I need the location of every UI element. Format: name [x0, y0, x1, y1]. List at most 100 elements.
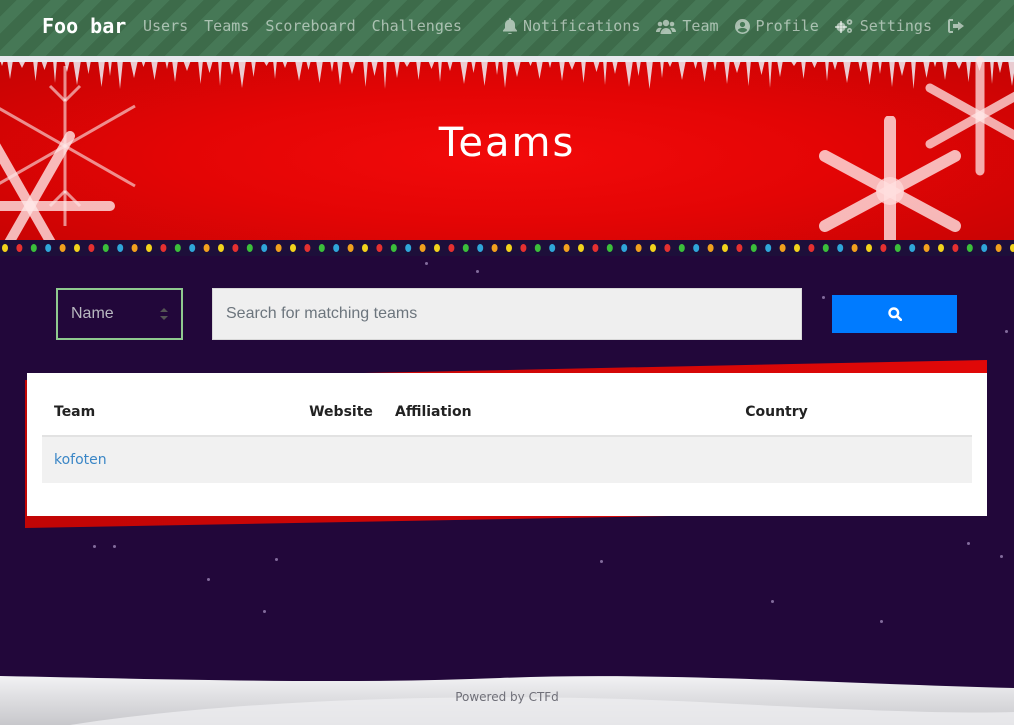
icicle [625, 60, 633, 87]
icicle [568, 60, 576, 70]
light-bulb [966, 244, 973, 252]
icicle [701, 60, 708, 82]
light-bulb [563, 244, 570, 252]
light-bulb [736, 244, 743, 252]
light-bulb [74, 244, 80, 252]
light-bulb [448, 244, 455, 252]
icicle [218, 60, 222, 86]
nav-profile-label: Profile [755, 17, 819, 35]
search-button[interactable] [832, 295, 957, 333]
team-link[interactable]: kofoten [54, 452, 107, 468]
nav-profile[interactable]: Profile [734, 17, 819, 35]
icicle [251, 60, 256, 77]
icicle [306, 60, 311, 70]
nav-scoreboard[interactable]: Scoreboard [265, 17, 355, 35]
light-bulb [405, 244, 412, 252]
light-bulb [995, 244, 1002, 252]
icicle [832, 60, 838, 70]
icicle [229, 60, 235, 75]
icicle [238, 60, 246, 88]
light-bulb [203, 244, 210, 252]
light-bulb [578, 244, 584, 252]
nav-challenges[interactable]: Challenges [372, 17, 462, 35]
icicle [383, 60, 387, 89]
icicle [559, 60, 565, 81]
icicle [263, 60, 270, 66]
star-dot [93, 545, 96, 548]
light-bulb [678, 244, 685, 252]
hero-banner: Teams [0, 56, 1014, 240]
light-bulb [909, 244, 916, 252]
light-bulb [146, 244, 152, 252]
icicle [581, 60, 586, 83]
light-bulb [462, 244, 469, 252]
light-bulb [318, 244, 325, 252]
icicle [758, 60, 765, 75]
light-bulb [434, 244, 440, 252]
christmas-lights-decoration [0, 240, 1014, 256]
icicle [536, 60, 543, 79]
star-dot [207, 578, 210, 581]
icicle [481, 60, 488, 86]
star-dot [425, 262, 428, 265]
light-bulb [880, 244, 887, 252]
bell-icon [503, 18, 517, 34]
light-bulb [59, 244, 66, 252]
light-bulb [347, 244, 354, 252]
icicle [337, 60, 343, 85]
light-bulb [275, 244, 282, 252]
col-team: Team [42, 388, 299, 437]
light-bulb [722, 244, 728, 252]
star-dot [771, 600, 774, 603]
col-country: Country [699, 388, 972, 437]
icicle [911, 60, 916, 89]
ctfd-link[interactable]: CTFd [529, 690, 559, 704]
icicle [363, 60, 368, 87]
icicle [660, 60, 664, 78]
light-bulb [30, 244, 37, 252]
search-input[interactable] [212, 288, 802, 340]
users-icon [656, 19, 677, 34]
light-bulb [174, 244, 181, 252]
icicle [206, 60, 213, 73]
icicle [667, 60, 673, 67]
light-bulb [102, 244, 109, 252]
nav-logout[interactable] [948, 19, 964, 33]
footer-prefix: Powered by [455, 690, 529, 704]
light-bulb [837, 244, 844, 252]
nav-settings[interactable]: Settings [834, 17, 932, 35]
page-title: Teams [438, 120, 576, 166]
user-circle-icon [734, 18, 750, 34]
light-bulb [189, 244, 196, 252]
icicle [316, 60, 323, 83]
icicle [447, 60, 453, 71]
icicle [593, 60, 600, 72]
light-bulb [938, 244, 944, 252]
nav-users[interactable]: Users [143, 17, 188, 35]
brand-link[interactable]: Foo bar [42, 14, 126, 38]
light-bulb [290, 244, 296, 252]
search-field-select[interactable]: Name [56, 288, 183, 340]
icicle [416, 60, 421, 80]
light-bulb [88, 244, 95, 252]
cell-affiliation [383, 436, 699, 483]
light-bulb [750, 244, 757, 252]
icicle [746, 60, 751, 86]
light-bulb [635, 244, 642, 252]
nav-settings-label: Settings [859, 17, 932, 35]
light-bulb [894, 244, 901, 252]
nav-notifications-label: Notifications [523, 17, 641, 35]
icicle [282, 60, 288, 68]
nav-notifications[interactable]: Notifications [503, 17, 640, 35]
nav-teams[interactable]: Teams [204, 17, 249, 35]
star-dot [822, 296, 825, 299]
light-bulb [866, 244, 872, 252]
light-bulb [16, 244, 23, 252]
icicle [825, 60, 829, 81]
light-bulb [45, 244, 52, 252]
light-bulb [390, 244, 397, 252]
star-dot [1000, 555, 1003, 558]
nav-team[interactable]: Team [656, 17, 719, 35]
light-bulb [808, 244, 815, 252]
table-header-row: Team Website Affiliation Country [42, 388, 972, 437]
